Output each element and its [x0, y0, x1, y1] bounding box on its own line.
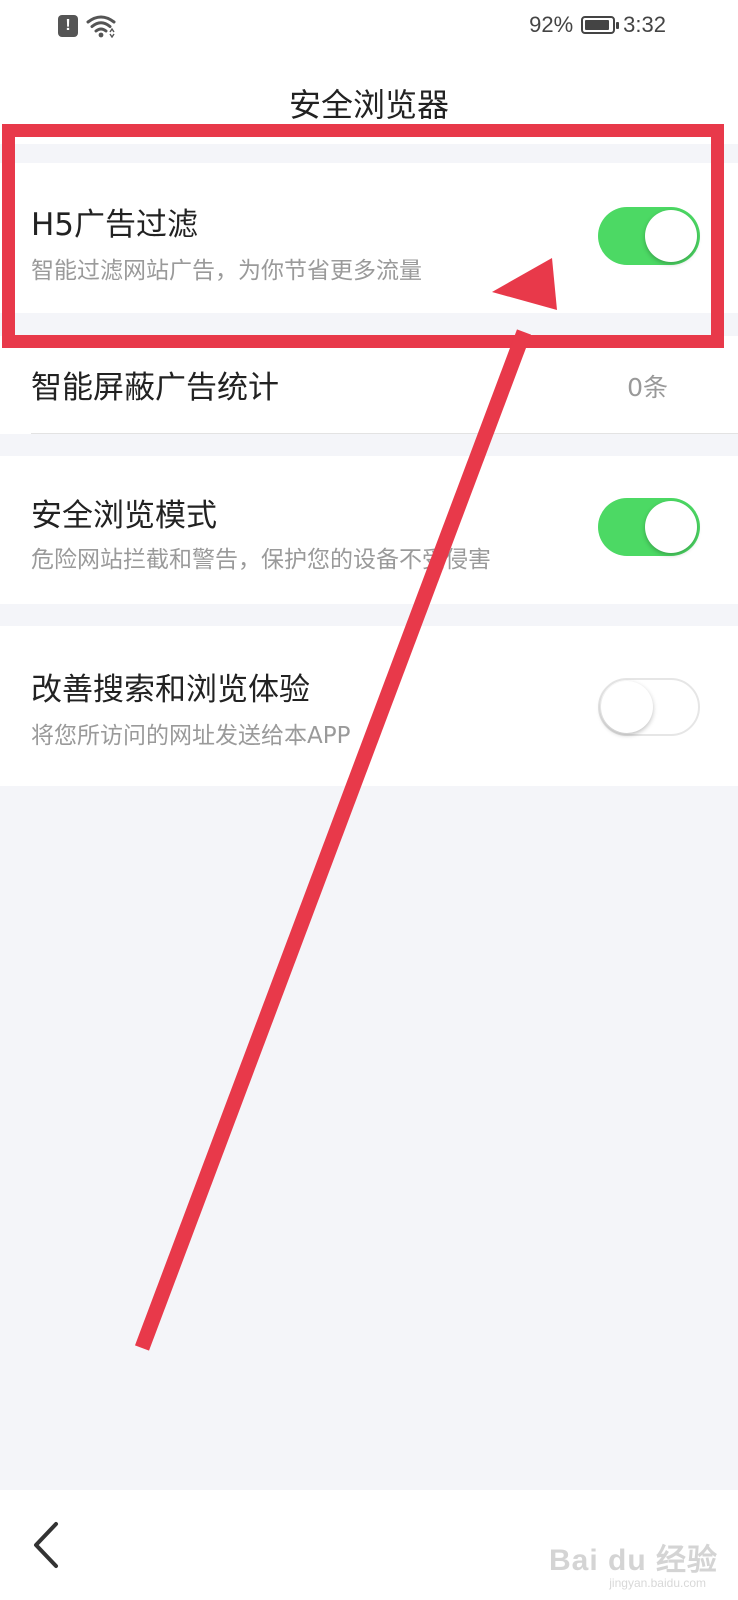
h5-ad-filter-toggle[interactable]	[598, 207, 700, 265]
toggle-knob	[601, 681, 653, 733]
toggle-knob	[645, 501, 697, 553]
setting-subtitle: 危险网站拦截和警告，保护您的设备不受侵害	[31, 547, 491, 573]
setting-title: H5广告过滤	[31, 207, 199, 243]
safe-browsing-toggle[interactable]	[598, 498, 700, 556]
clock: 3:32	[623, 12, 666, 37]
setting-row-improve-search[interactable]: 改善搜索和浏览体验 将您所访问的网址发送给本APP	[0, 626, 738, 786]
ad-block-count: 0条	[627, 373, 668, 402]
title-bar: 安全浏览器	[0, 56, 738, 144]
status-bar: ! 92% 3:32	[0, 0, 738, 56]
alert-icon: !	[58, 15, 78, 37]
setting-title: 安全浏览模式	[31, 498, 217, 534]
setting-title: 改善搜索和浏览体验	[31, 672, 310, 708]
toggle-knob	[645, 210, 697, 262]
wifi-icon	[86, 15, 116, 38]
battery-level	[585, 20, 610, 30]
setting-subtitle: 将您所访问的网址发送给本APP	[31, 723, 351, 749]
setting-row-h5-ad-filter[interactable]: H5广告过滤 智能过滤网站广告，为你节省更多流量	[0, 163, 738, 313]
setting-row-safe-browsing[interactable]: 安全浏览模式 危险网站拦截和警告，保护您的设备不受侵害	[0, 456, 738, 604]
row-divider	[31, 433, 738, 434]
battery-icon	[581, 16, 620, 34]
bottom-bar: Bai du 经验 jingyan.baidu.com	[0, 1490, 738, 1600]
watermark: Bai du 经验	[548, 1544, 718, 1577]
setting-subtitle: 智能过滤网站广告，为你节省更多流量	[31, 258, 422, 284]
chevron-left-icon[interactable]	[22, 1510, 72, 1580]
battery-percent: 92%	[529, 12, 574, 37]
watermark-url: jingyan.baidu.com	[609, 1576, 706, 1590]
setting-row-ad-block-stats[interactable]: 智能屏蔽广告统计 0条	[0, 336, 738, 434]
status-icons-right: 92% 3:32	[529, 12, 666, 38]
improve-search-toggle[interactable]	[598, 678, 700, 736]
page-title: 安全浏览器	[288, 86, 449, 124]
setting-title: 智能屏蔽广告统计	[31, 370, 279, 406]
status-icons-left: !	[58, 14, 116, 38]
